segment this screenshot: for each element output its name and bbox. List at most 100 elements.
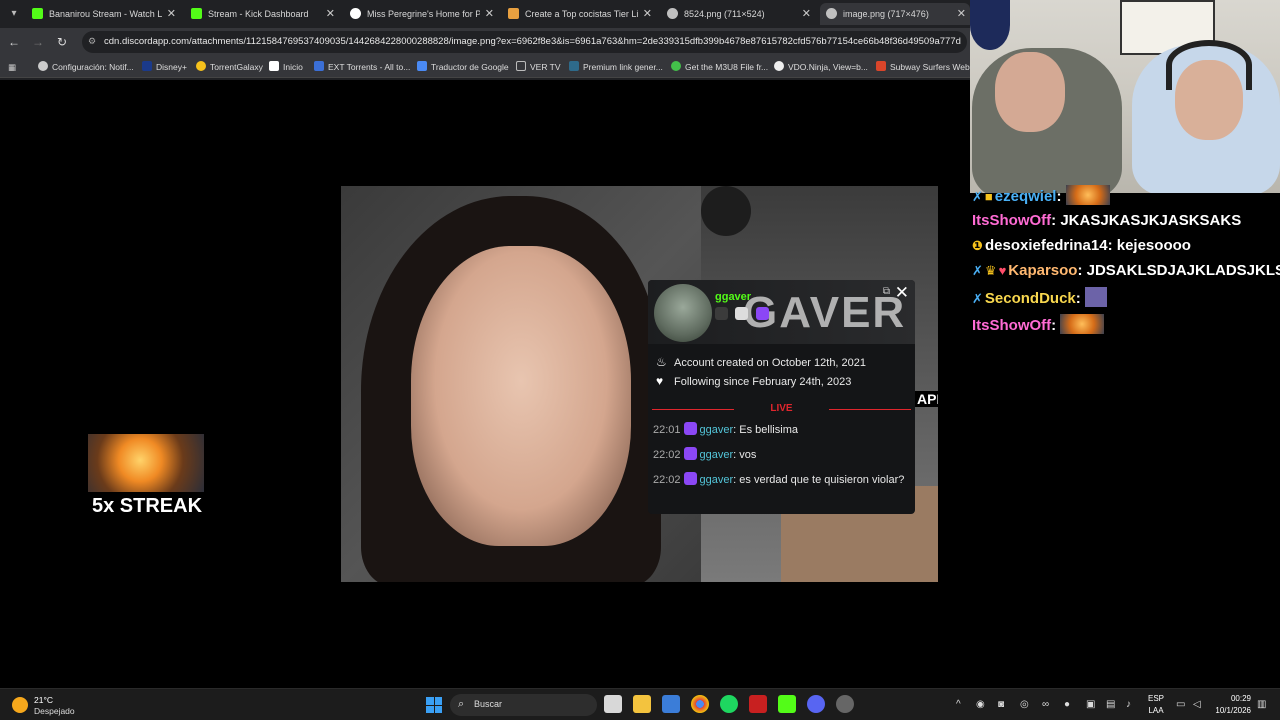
tab-title: Stream - Kick Dashboard xyxy=(208,9,309,19)
tiermaker-icon xyxy=(508,8,519,19)
bookmark-ver-tv[interactable]: VER TV xyxy=(516,60,561,74)
close-tab-icon[interactable]: ✕ xyxy=(167,3,176,25)
close-tab-icon[interactable]: ✕ xyxy=(957,3,966,25)
discord-tray-icon[interactable]: ◙ xyxy=(998,699,1004,710)
chat-line: ItsShowOff: JKASJKASJKJASKSAKS xyxy=(972,212,1242,229)
avatar[interactable] xyxy=(654,284,712,342)
heart-icon: ♥ xyxy=(656,374,664,388)
tab-bananirou[interactable]: Bananirou Stream - Watch Live ✕ xyxy=(26,3,180,25)
folder-icon xyxy=(516,61,526,71)
globe-icon xyxy=(826,8,837,19)
chat-history-message: 22:02 ggaver: es verdad que te quisieron … xyxy=(653,472,905,486)
username[interactable]: ggaver xyxy=(715,291,751,303)
boca-juniors-crest xyxy=(970,0,1010,50)
close-tab-icon[interactable]: ✕ xyxy=(802,3,811,25)
reload-icon[interactable]: ↻ xyxy=(54,34,70,50)
tab-8524-png[interactable]: 8524.png (711×524) ✕ xyxy=(661,3,815,25)
tab-title: Create a Top cocistas Tier List xyxy=(525,9,638,19)
voicemeeter-icon[interactable] xyxy=(749,695,767,713)
address-bar[interactable]: ⚙ cdn.discordapp.com/attachments/1121584… xyxy=(82,31,967,53)
tab-title: 8524.png (711×524) xyxy=(684,9,765,19)
chat-line: ✗ ♛ ♥ Kaparsoo: JDSAKLSDJAJKLADSJKLSD xyxy=(972,262,1280,279)
link-icon xyxy=(569,61,579,71)
headset xyxy=(1166,40,1252,90)
bookmark-configuracion[interactable]: Configuración: Notif... xyxy=(38,60,134,74)
obs-icon[interactable] xyxy=(836,695,854,713)
user-card-popup: GAVER ggaver ⧉ ✕ ♨ Account created on Oct… xyxy=(648,280,915,514)
volume-icon[interactable]: ◁ xyxy=(1193,699,1201,710)
clock[interactable]: 00:29 10/1/2026 xyxy=(1215,693,1251,717)
live-divider: LIVE xyxy=(652,403,911,415)
bookmark-premium-link[interactable]: Premium link gener... xyxy=(569,60,663,74)
tray-edge-icon[interactable]: ◎ xyxy=(1020,699,1029,710)
tab-tier-list[interactable]: Create a Top cocistas Tier List ✕ xyxy=(502,3,656,25)
start-icon[interactable] xyxy=(426,697,442,713)
tray-app-icon[interactable]: ◉ xyxy=(976,699,985,710)
bookmark-subway-surfers[interactable]: Subway Surfers Web xyxy=(876,60,970,74)
network-icon[interactable]: ▭ xyxy=(1176,699,1185,710)
steam-tray-icon[interactable]: ● xyxy=(1064,699,1070,710)
face-emote xyxy=(1084,287,1107,307)
kick-icon xyxy=(191,8,202,19)
gift-badge-icon xyxy=(735,307,749,320)
tab-kick-dashboard[interactable]: Stream - Kick Dashboard ✕ xyxy=(185,3,339,25)
forward-icon[interactable]: → xyxy=(30,34,46,50)
weather-widget[interactable]: 21°C Despejado xyxy=(12,693,92,717)
url-text[interactable]: cdn.discordapp.com/attachments/112158476… xyxy=(104,31,961,53)
notification-icon[interactable]: ▥ xyxy=(1257,699,1266,710)
explosion-emote xyxy=(1065,185,1110,205)
site-info-icon[interactable]: ⚙ xyxy=(88,36,100,48)
chat-overlay: ✗ ■ ezeqwiel: ItsShowOff: JKASJKASJKJASKSA… xyxy=(970,185,1280,346)
popout-icon[interactable]: ⧉ xyxy=(883,286,890,297)
search-icon: ⌕ xyxy=(458,698,465,710)
streak-overlay: 5x STREAK xyxy=(88,434,206,520)
chrome-icon[interactable] xyxy=(691,695,709,713)
vinyl-record xyxy=(701,186,751,236)
tray-app-icon[interactable]: ▣ xyxy=(1086,699,1095,710)
microphone-icon[interactable]: ♪ xyxy=(1126,699,1131,710)
back-icon[interactable]: ← xyxy=(6,34,22,50)
sub-badge-icon xyxy=(755,307,769,320)
bookmark-ext-torrents[interactable]: EXT Torrents - All to... xyxy=(314,60,410,74)
globe-icon xyxy=(667,8,678,19)
webcam-overlay xyxy=(970,0,1280,193)
girl-face xyxy=(411,246,631,546)
close-tab-icon[interactable]: ✕ xyxy=(326,3,335,25)
bookmark-vdo-ninja[interactable]: VDO.Ninja, View=b... xyxy=(774,60,868,74)
tray-link-icon[interactable]: ∞ xyxy=(1042,699,1049,710)
task-view-icon[interactable] xyxy=(604,695,622,713)
tab-search-button[interactable]: ▾ xyxy=(5,5,23,23)
tab-image-png[interactable]: image.png (717×476) ✕ xyxy=(820,3,970,25)
kick-icon xyxy=(32,8,43,19)
discord-icon[interactable] xyxy=(807,695,825,713)
bookmark-inicio[interactable]: Inicio xyxy=(269,60,303,74)
spotify-icon[interactable] xyxy=(720,695,738,713)
bookmark-torrentgalaxy[interactable]: TorrentGalaxy xyxy=(196,60,263,74)
bookmark-m3u8[interactable]: Get the M3U8 File fr... xyxy=(671,60,768,74)
kick-icon[interactable] xyxy=(778,695,796,713)
chevron-up-icon[interactable]: ^ xyxy=(956,699,961,710)
photos-icon[interactable] xyxy=(662,695,680,713)
chat-line: ItsShowOff: xyxy=(972,314,1105,334)
bookmark-traductor[interactable]: Traductor de Google xyxy=(417,60,509,74)
m3u8-icon xyxy=(671,61,681,71)
year-badge-icon xyxy=(715,307,728,320)
file-explorer-icon[interactable] xyxy=(633,695,651,713)
bookmark-disney[interactable]: Disney+ xyxy=(142,60,187,74)
language-indicator[interactable]: ESP LAA xyxy=(1148,693,1164,717)
close-icon[interactable]: ✕ xyxy=(895,283,909,303)
cake-icon: ♨ xyxy=(656,355,667,369)
apps-grid-icon[interactable]: ▦ xyxy=(8,60,16,74)
following-since-row: ♥ Following since February 24th, 2023 xyxy=(656,374,852,388)
close-tab-icon[interactable]: ✕ xyxy=(485,3,494,25)
chat-history-message: 22:02 ggaver: vos xyxy=(653,447,757,461)
ext-icon xyxy=(314,61,324,71)
close-tab-icon[interactable]: ✕ xyxy=(643,3,652,25)
sword-icon: ✗ xyxy=(972,189,983,204)
subway-icon xyxy=(876,61,886,71)
tray-app-icon[interactable]: ▤ xyxy=(1106,699,1115,710)
search-box[interactable]: ⌕ Buscar xyxy=(450,694,597,716)
x-icon xyxy=(269,61,279,71)
tab-miss-peregrine[interactable]: Miss Peregrine's Home for Peculiar ✕ xyxy=(344,3,498,25)
disney-icon xyxy=(142,61,152,71)
